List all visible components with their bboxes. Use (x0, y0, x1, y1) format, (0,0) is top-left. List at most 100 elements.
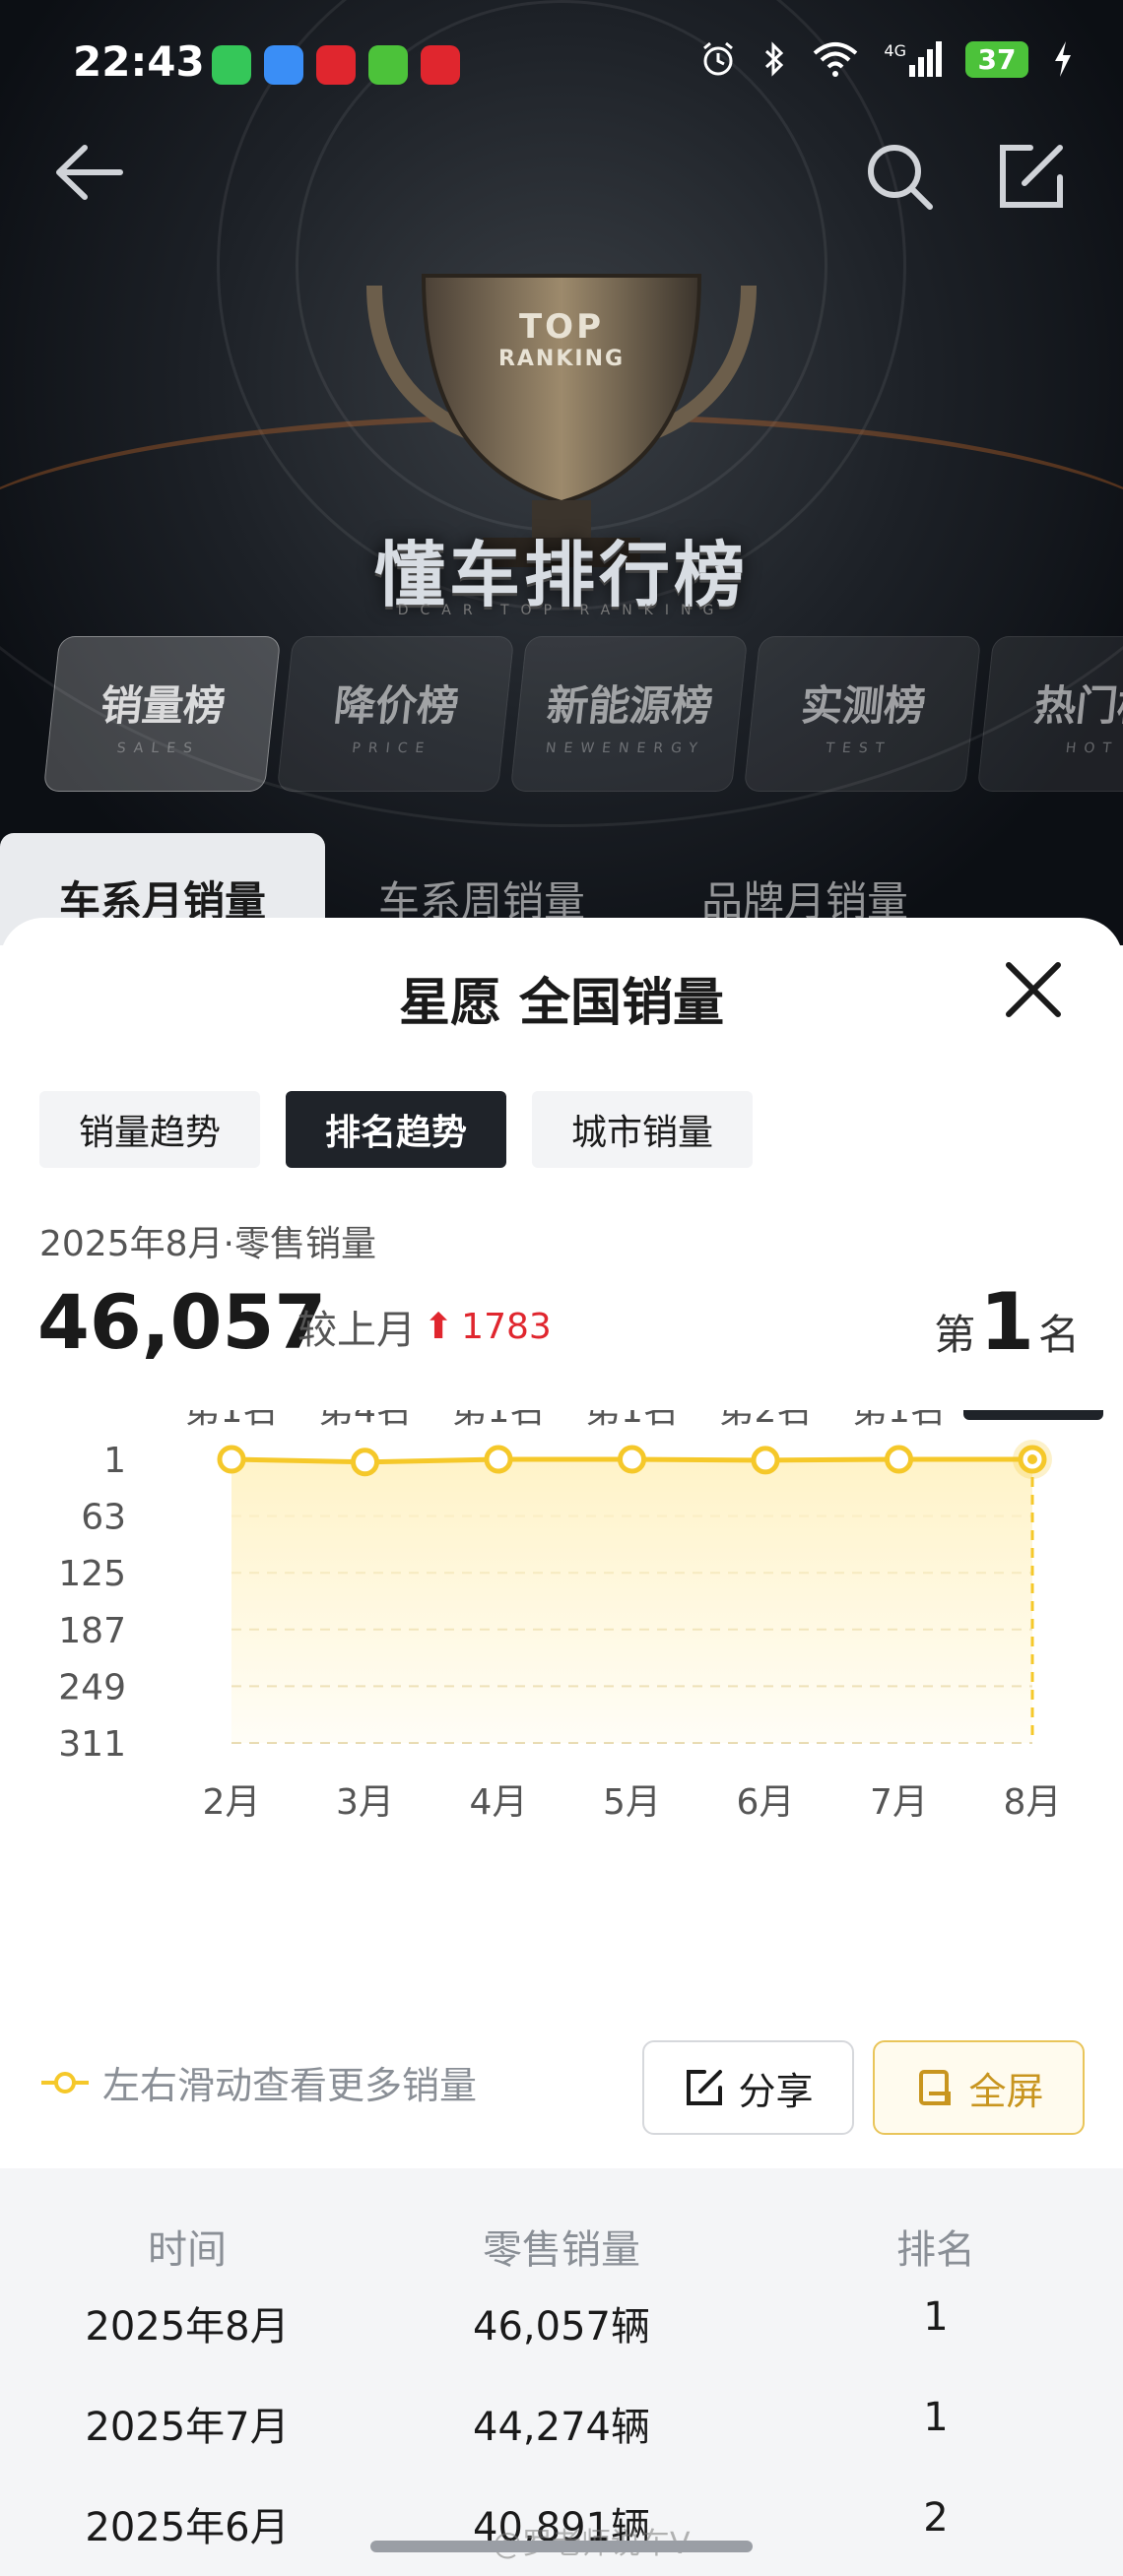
tab-new-energy[interactable]: 新能源榜 NEWENERGY (509, 636, 749, 792)
status-time: 22:43 (73, 37, 205, 86)
point-label: 第1名 (452, 1410, 546, 1431)
y-tick-label: 249 (58, 1667, 126, 1707)
fullscreen-button[interactable]: 全屏 (873, 2040, 1085, 2135)
back-arrow-icon[interactable] (49, 138, 128, 207)
tab-label: 新能源榜 (544, 680, 716, 730)
bluetooth-icon (765, 41, 784, 77)
status-indicators: 4G 37 (698, 39, 1074, 79)
tab-sublabel: PRICE (351, 740, 433, 756)
rank-suffix: 名 (1037, 1311, 1080, 1359)
segment-rank-trend[interactable]: 排名趋势 (286, 1091, 507, 1168)
tab-test[interactable]: 实测榜 TEST (743, 636, 982, 792)
y-tick-label: 1 (103, 1441, 126, 1481)
search-icon[interactable] (861, 138, 940, 217)
y-tick-label: 125 (58, 1554, 126, 1594)
area-fill (231, 1459, 1032, 1743)
data-point (885, 1445, 913, 1474)
fullscreen-icon (919, 2070, 952, 2105)
data-point (618, 1445, 646, 1474)
bank-app-icon (316, 45, 356, 85)
home-indicator[interactable] (370, 2541, 753, 2552)
tab-label: 降价榜 (331, 680, 462, 730)
highlight-tag (963, 1410, 1103, 1420)
battery-indicator: 37 (965, 40, 1028, 78)
weather-app-icon (264, 45, 303, 85)
x-tick-label: 8月 (1004, 1782, 1062, 1823)
sales-number: 46,057 (37, 1278, 327, 1366)
x-tick-label: 6月 (737, 1782, 795, 1823)
hero-subtitle: DCAR TOP RANKING (397, 603, 726, 618)
swipe-hint-text: 左右滑动查看更多销量 (102, 2064, 478, 2107)
cell-rank: 1 (923, 2395, 949, 2440)
data-point (751, 1446, 780, 1475)
point-label: 第2名 (719, 1410, 813, 1431)
compare-label: 较上月 (297, 1308, 416, 1353)
messages-app-icon (368, 45, 408, 85)
tab-label: 销量榜 (98, 680, 229, 730)
point-label: 第1名 (852, 1410, 946, 1431)
swipe-icon (41, 2071, 89, 2093)
compare-value: 1783 (461, 1306, 552, 1347)
cell-time: 2025年8月 (85, 2304, 290, 2350)
period-label: 2025年8月·零售销量 (39, 1224, 376, 1264)
segment-city-sales[interactable]: 城市销量 (532, 1091, 754, 1168)
category-tabs: 销量榜 SALES 降价榜 PRICE 新能源榜 NEWENERGY 实测榜 T… (42, 636, 1123, 792)
tab-label: 热门榜 (1031, 680, 1123, 730)
status-app-icons (212, 45, 460, 85)
x-tick-label: 3月 (336, 1782, 394, 1823)
wifi-icon (814, 42, 858, 77)
header-retail-sales: 零售销量 (483, 2227, 640, 2273)
tab-sublabel: TEST (825, 740, 893, 756)
cell-time: 2025年6月 (85, 2505, 290, 2550)
sales-table: 时间 零售销量 排名 2025年8月 46,057辆 1 2025年7月 44,… (0, 2168, 1123, 2576)
tab-sublabel: HOT (1064, 740, 1120, 756)
tab-sales[interactable]: 销量榜 SALES (42, 636, 282, 792)
tab-hot[interactable]: 热门榜 HOT (976, 636, 1123, 792)
sales-bottom-sheet: 星愿 全国销量 销量趋势 排名趋势 城市销量 2025年8月·零售销量 46,0… (0, 918, 1123, 2576)
highlight-dot (1027, 1454, 1037, 1464)
cell-time: 2025年7月 (85, 2405, 290, 2450)
share-icon (687, 2070, 723, 2105)
cell-rank: 1 (923, 2294, 949, 2340)
rank-value: 1 (979, 1276, 1034, 1368)
tab-sublabel: NEWENERGY (545, 740, 706, 756)
x-tick-label: 5月 (603, 1782, 661, 1823)
up-arrow-icon: ⬆ (424, 1306, 454, 1347)
hero-banner: 22:43 4G 37 TOP RANKING 懂车排行榜 DCAR TOP R… (0, 0, 1123, 945)
network-label: 4G (884, 41, 906, 60)
rank-trend-chart[interactable]: 1 63 125 187 249 311 第1名 2月 第4名 3月 第1名 4月 第1名 5月 第2名 6月… (0, 1410, 1123, 1873)
point-label: 第1名 (185, 1410, 279, 1431)
swipe-hint: 左右滑动查看更多销量 (39, 2055, 477, 2109)
y-tick-label: 187 (58, 1611, 126, 1651)
data-point (351, 1448, 379, 1477)
point-label: 第1名 (585, 1410, 679, 1431)
share-button[interactable]: 分享 (642, 2040, 854, 2135)
fullscreen-label: 全屏 (968, 2069, 1044, 2113)
signal-icon: 4G (884, 41, 942, 77)
rank-prefix: 第 (934, 1311, 976, 1359)
badge-line-2: RANKING (497, 347, 626, 371)
y-tick-label: 63 (81, 1498, 126, 1538)
header-time: 时间 (148, 2227, 227, 2273)
data-point (217, 1445, 246, 1474)
close-icon[interactable] (997, 953, 1070, 1026)
tab-price[interactable]: 降价榜 PRICE (276, 636, 515, 792)
current-rank: 第 1 名 (934, 1276, 1080, 1368)
edit-icon[interactable] (991, 138, 1070, 217)
top-ranking-badge: TOP RANKING (497, 307, 626, 371)
x-tick-label: 7月 (870, 1782, 928, 1823)
cell-sales: 44,274辆 (473, 2405, 650, 2450)
point-label: 第4名 (318, 1410, 412, 1431)
data-point (484, 1445, 513, 1474)
cell-rank: 2 (923, 2495, 949, 2541)
y-tick-label: 311 (58, 1724, 126, 1765)
x-tick-label: 2月 (203, 1782, 261, 1823)
segment-sales-trend[interactable]: 销量趋势 (39, 1091, 261, 1168)
sheet-title: 星愿 全国销量 (398, 974, 725, 1033)
cell-sales: 46,057辆 (473, 2304, 650, 2350)
badge-line-1: TOP (518, 307, 604, 347)
month-over-month: 较上月 ⬆ 1783 (297, 1298, 552, 1355)
tab-label: 实测榜 (798, 680, 929, 730)
wechat-app-icon (212, 45, 251, 85)
x-tick-label: 4月 (470, 1782, 528, 1823)
